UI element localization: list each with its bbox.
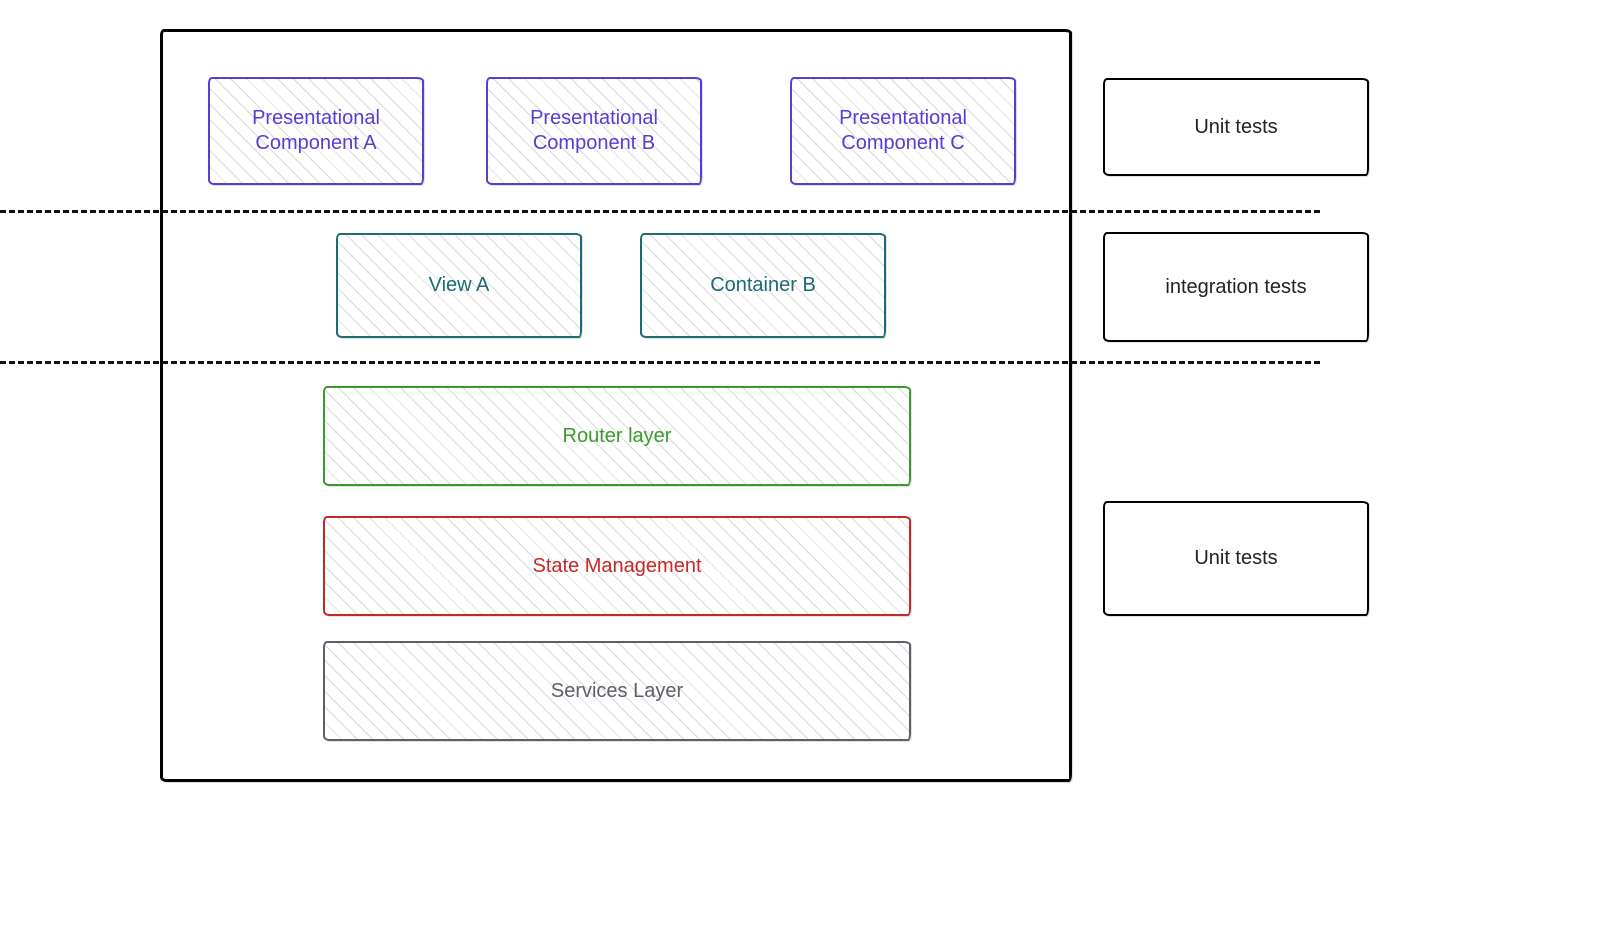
test-annotation-top: Unit tests [1103, 78, 1369, 176]
test-annotation-middle: integration tests [1103, 232, 1369, 342]
view-a-label: View A [338, 235, 580, 336]
presentational-component-b-label: Presentational Component B [488, 79, 700, 183]
presentational-component-b: Presentational Component B [486, 77, 702, 185]
presentational-component-c-label: Presentational Component C [792, 79, 1014, 183]
test-annotation-bottom-label: Unit tests [1105, 503, 1367, 614]
divider-bottom [0, 361, 1320, 364]
view-a: View A [336, 233, 582, 338]
test-annotation-bottom: Unit tests [1103, 501, 1369, 616]
router-layer: Router layer [323, 386, 911, 486]
presentational-component-a: Presentational Component A [208, 77, 424, 185]
test-annotation-middle-label: integration tests [1105, 234, 1367, 340]
state-management-label: State Management [325, 518, 909, 614]
router-layer-label: Router layer [325, 388, 909, 484]
test-annotation-top-label: Unit tests [1105, 80, 1367, 174]
container-b-label: Container B [642, 235, 884, 336]
divider-top [0, 210, 1320, 213]
state-management-layer: State Management [323, 516, 911, 616]
diagram-stage: Presentational Component A Presentationa… [0, 0, 1602, 947]
presentational-component-c: Presentational Component C [790, 77, 1016, 185]
container-b: Container B [640, 233, 886, 338]
presentational-component-a-label: Presentational Component A [210, 79, 422, 183]
services-layer: Services Layer [323, 641, 911, 741]
services-layer-label: Services Layer [325, 643, 909, 739]
